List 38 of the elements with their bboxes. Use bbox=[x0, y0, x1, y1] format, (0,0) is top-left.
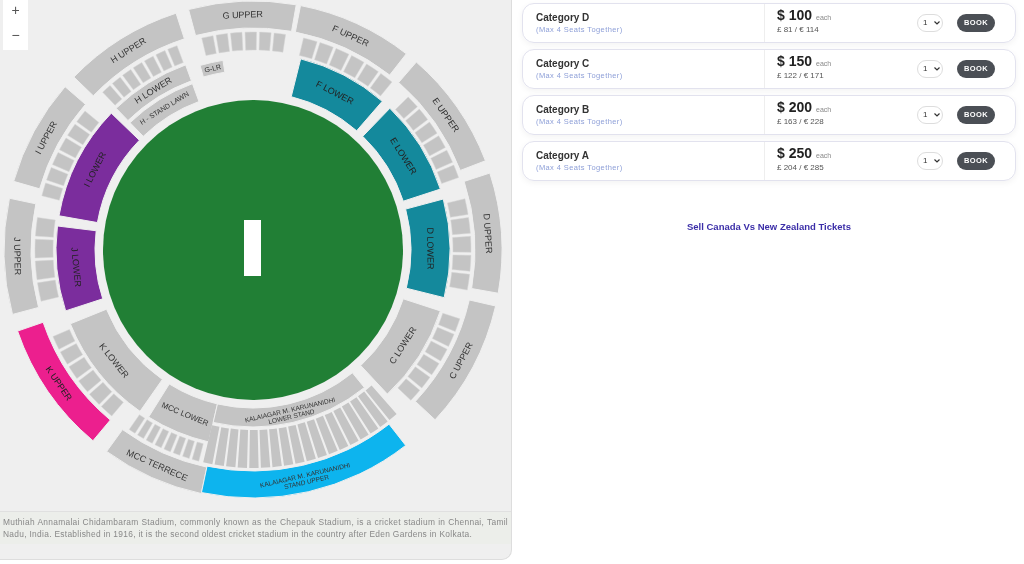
sell-tickets-link[interactable]: Sell Canada Vs New Zealand Tickets bbox=[686, 221, 851, 232]
alt-prices: £ 163 / € 228 bbox=[777, 116, 825, 128]
pitch-strip bbox=[244, 220, 261, 276]
quantity-select[interactable]: 1 bbox=[916, 106, 943, 124]
quantity-select[interactable]: 1 bbox=[916, 60, 943, 78]
chevron-down-icon bbox=[933, 159, 940, 163]
chevron-down-icon bbox=[933, 21, 940, 25]
section-label: G UPPER bbox=[222, 9, 264, 21]
price: $ 200 bbox=[777, 99, 813, 116]
stadium-description: Muthiah Annamalai Chidambaram Stadium, commonly known as the Chepauk Stadium, is a cricket stadium in Chennai, Tamil Nadu, India. Established in 1916, it is the second oldest cricket stadium in the country after Eden Gardens in Kolkata. bbox=[0, 511, 511, 544]
seat-box[interactable] bbox=[67, 123, 90, 146]
stand-section[interactable] bbox=[405, 198, 451, 299]
chevron-down-icon bbox=[933, 67, 940, 71]
seat-box[interactable] bbox=[370, 73, 393, 97]
stand-section[interactable] bbox=[55, 225, 104, 312]
chevron-down-icon bbox=[933, 113, 940, 117]
seat-box[interactable] bbox=[76, 110, 100, 133]
category-name: Category D bbox=[536, 11, 591, 24]
alt-prices: £ 122 / € 171 bbox=[777, 70, 825, 82]
alt-prices: £ 204 / € 285 bbox=[777, 162, 825, 174]
seat-box[interactable] bbox=[414, 121, 438, 144]
quantity-select[interactable]: 1 bbox=[916, 14, 943, 32]
category-name: Category A bbox=[536, 149, 590, 162]
price: $ 150 bbox=[777, 53, 813, 70]
price: $ 250 bbox=[777, 145, 813, 162]
section-label: D UPPER bbox=[481, 213, 495, 254]
price: $ 100 bbox=[777, 7, 813, 24]
section-label: J UPPER bbox=[11, 237, 23, 276]
stand-section[interactable] bbox=[148, 383, 218, 443]
alt-prices: £ 81 / € 114 bbox=[777, 24, 820, 36]
stand-section[interactable] bbox=[290, 58, 383, 132]
section-label: J LOWER bbox=[69, 246, 84, 288]
category-name: Category C bbox=[536, 57, 591, 70]
quantity-select[interactable]: 1 bbox=[916, 152, 943, 170]
stand-section[interactable] bbox=[199, 59, 226, 78]
section-label: D LOWER bbox=[425, 227, 436, 270]
seat-box[interactable] bbox=[356, 63, 379, 87]
category-name: Category B bbox=[536, 103, 591, 116]
